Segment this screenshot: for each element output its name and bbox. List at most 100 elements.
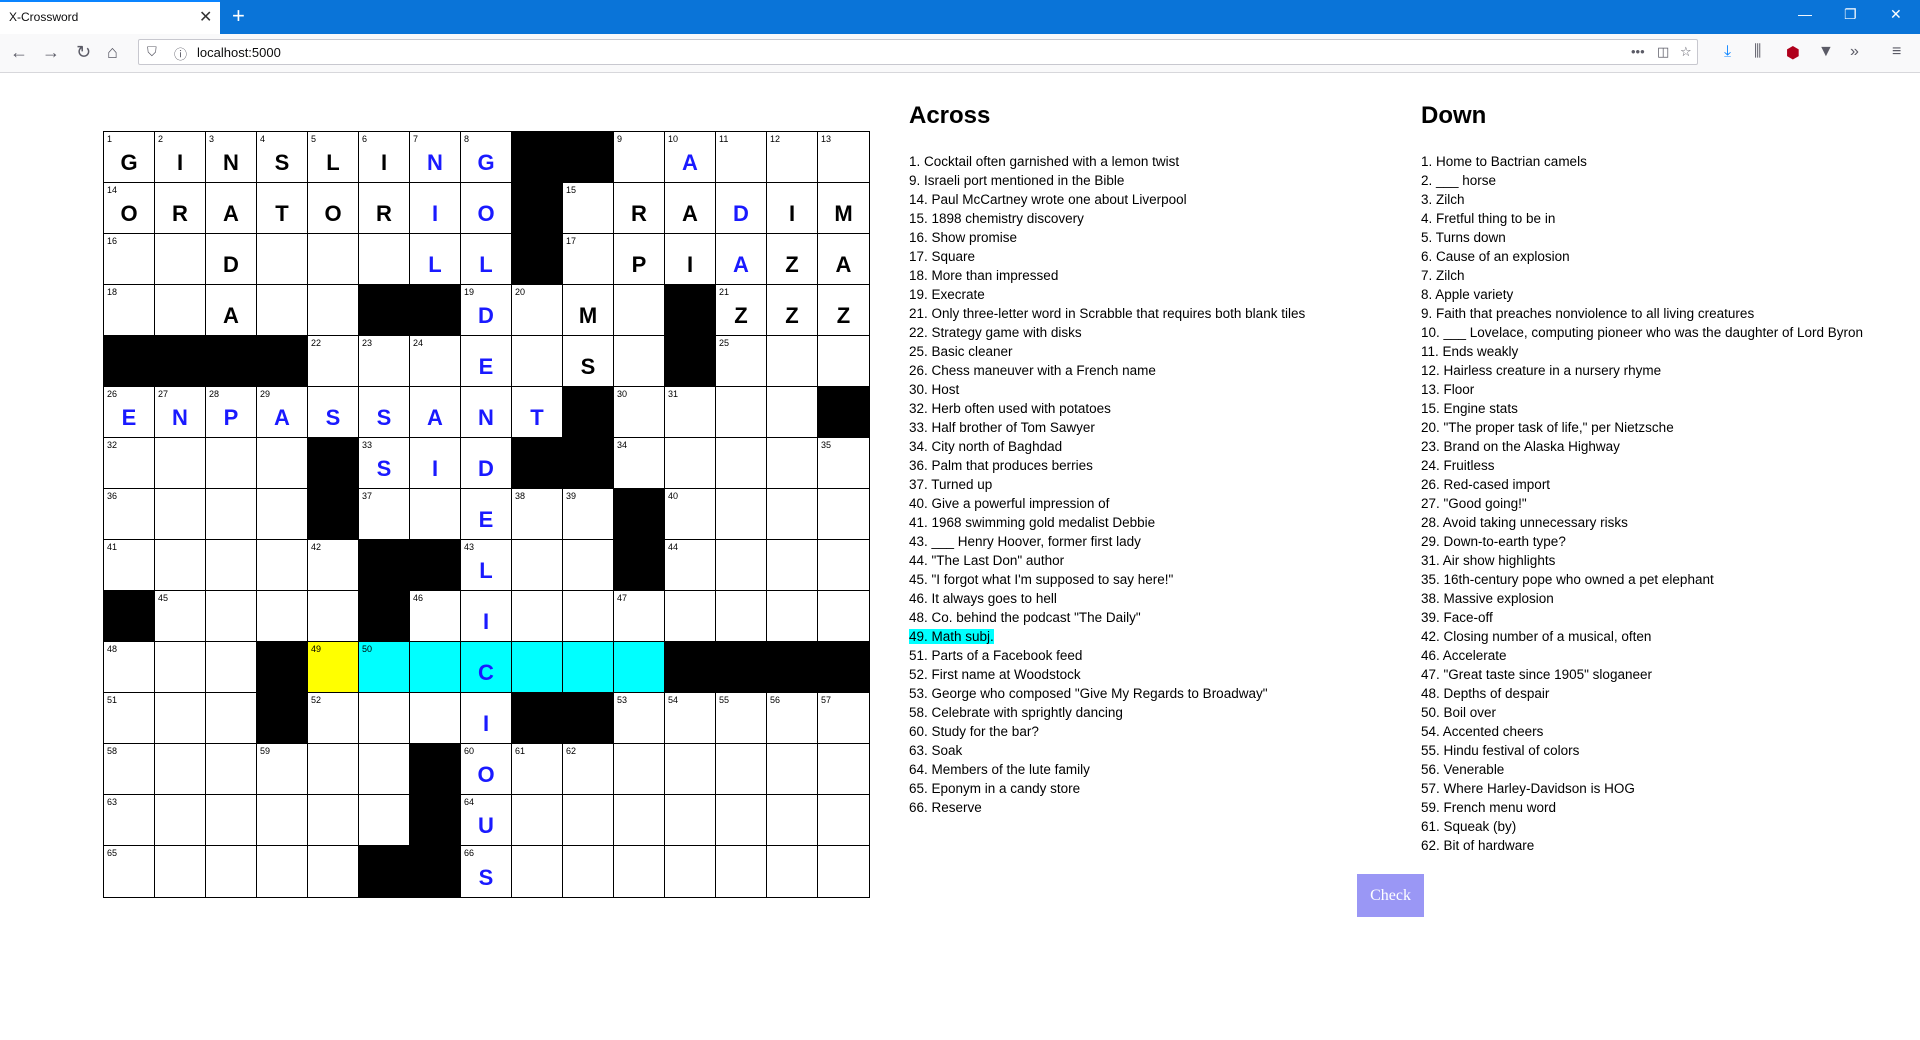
- grid-cell[interactable]: [359, 693, 410, 744]
- down-clue[interactable]: 7. Zilch: [1421, 266, 1863, 285]
- grid-cell[interactable]: R: [359, 183, 410, 234]
- grid-cell[interactable]: [308, 285, 359, 336]
- address-bar[interactable]: ⛉ ⓘ localhost:5000 ••• ◫ ☆: [138, 39, 1698, 65]
- grid-cell[interactable]: [665, 591, 716, 642]
- grid-cell[interactable]: [716, 591, 767, 642]
- grid-cell[interactable]: [767, 846, 818, 897]
- across-clue[interactable]: 63. Soak: [909, 741, 1305, 760]
- grid-cell[interactable]: 42: [308, 540, 359, 591]
- grid-cell[interactable]: [410, 642, 461, 693]
- grid-cell[interactable]: 1G: [104, 132, 155, 183]
- grid-cell[interactable]: [614, 846, 665, 897]
- grid-cell[interactable]: P: [614, 234, 665, 285]
- grid-cell[interactable]: 58: [104, 744, 155, 795]
- grid-cell[interactable]: [359, 744, 410, 795]
- grid-cell[interactable]: [665, 846, 716, 897]
- grid-cell[interactable]: [563, 540, 614, 591]
- close-tab-icon[interactable]: ✕: [199, 7, 212, 27]
- grid-cell[interactable]: 62: [563, 744, 614, 795]
- across-clue[interactable]: 21. Only three-letter word in Scrabble t…: [909, 304, 1305, 323]
- down-clue[interactable]: 2. ___ horse: [1421, 171, 1863, 190]
- grid-cell[interactable]: [716, 489, 767, 540]
- grid-cell[interactable]: E: [461, 489, 512, 540]
- grid-cell[interactable]: 66 S: [461, 846, 512, 897]
- across-clue[interactable]: 52. First name at Woodstock: [909, 665, 1305, 684]
- grid-cell[interactable]: 17: [563, 234, 614, 285]
- down-clue[interactable]: 28. Avoid taking unnecessary risks: [1421, 513, 1863, 532]
- grid-cell[interactable]: [155, 438, 206, 489]
- grid-cell[interactable]: [155, 642, 206, 693]
- grid-cell[interactable]: 19 D: [461, 285, 512, 336]
- grid-cell[interactable]: O: [308, 183, 359, 234]
- across-clue[interactable]: 30. Host: [909, 380, 1305, 399]
- down-clue[interactable]: 48. Depths of despair: [1421, 684, 1863, 703]
- grid-cell[interactable]: L: [461, 234, 512, 285]
- grid-cell[interactable]: 6I: [359, 132, 410, 183]
- grid-cell[interactable]: 41: [104, 540, 155, 591]
- grid-cell[interactable]: M: [818, 183, 869, 234]
- across-clue[interactable]: 22. Strategy game with disks: [909, 323, 1305, 342]
- grid-cell[interactable]: 14 O: [104, 183, 155, 234]
- grid-cell[interactable]: 61: [512, 744, 563, 795]
- grid-cell[interactable]: [767, 489, 818, 540]
- down-clue[interactable]: 11. Ends weakly: [1421, 342, 1863, 361]
- grid-cell[interactable]: 15: [563, 183, 614, 234]
- grid-cell[interactable]: [410, 693, 461, 744]
- grid-cell[interactable]: 48: [104, 642, 155, 693]
- down-clue[interactable]: 39. Face-off: [1421, 608, 1863, 627]
- down-clue[interactable]: 55. Hindu festival of colors: [1421, 741, 1863, 760]
- grid-cell[interactable]: [563, 795, 614, 846]
- down-clue[interactable]: 12. Hairless creature in a nursery rhyme: [1421, 361, 1863, 380]
- grid-cell[interactable]: 18: [104, 285, 155, 336]
- grid-cell[interactable]: [818, 336, 869, 387]
- grid-cell[interactable]: 46: [410, 591, 461, 642]
- grid-cell[interactable]: 63: [104, 795, 155, 846]
- down-clue[interactable]: 23. Brand on the Alaska Highway: [1421, 437, 1863, 456]
- grid-cell[interactable]: D: [461, 438, 512, 489]
- grid-cell[interactable]: Z: [818, 285, 869, 336]
- across-clue[interactable]: 9. Israeli port mentioned in the Bible: [909, 171, 1305, 190]
- overflow-icon[interactable]: »: [1850, 43, 1859, 61]
- grid-cell[interactable]: [563, 591, 614, 642]
- grid-cell[interactable]: I: [767, 183, 818, 234]
- check-button[interactable]: Check: [1357, 874, 1424, 917]
- grid-cell[interactable]: 23: [359, 336, 410, 387]
- down-clue[interactable]: 61. Squeak (by): [1421, 817, 1863, 836]
- across-clue[interactable]: 65. Eponym in a candy store: [909, 779, 1305, 798]
- grid-cell[interactable]: [206, 795, 257, 846]
- grid-cell[interactable]: [155, 489, 206, 540]
- down-clue[interactable]: 27. "Good going!": [1421, 494, 1863, 513]
- grid-cell[interactable]: 38: [512, 489, 563, 540]
- across-clue[interactable]: 66. Reserve: [909, 798, 1305, 817]
- across-clue[interactable]: 44. "The Last Don" author: [909, 551, 1305, 570]
- grid-cell[interactable]: [818, 540, 869, 591]
- grid-cell[interactable]: 50: [359, 642, 410, 693]
- grid-cell[interactable]: [206, 438, 257, 489]
- grid-cell[interactable]: [308, 846, 359, 897]
- grid-cell[interactable]: [767, 744, 818, 795]
- down-clue[interactable]: 31. Air show highlights: [1421, 551, 1863, 570]
- grid-cell[interactable]: S: [359, 387, 410, 438]
- grid-cell[interactable]: [512, 540, 563, 591]
- grid-cell[interactable]: I: [665, 234, 716, 285]
- extension-icon[interactable]: ▼: [1818, 43, 1834, 61]
- across-clue[interactable]: 1. Cocktail often garnished with a lemon…: [909, 152, 1305, 171]
- down-clue[interactable]: 5. Turns down: [1421, 228, 1863, 247]
- across-clue[interactable]: 60. Study for the bar?: [909, 722, 1305, 741]
- grid-cell[interactable]: A: [665, 183, 716, 234]
- across-clue[interactable]: 32. Herb often used with potatoes: [909, 399, 1305, 418]
- grid-cell[interactable]: [563, 642, 614, 693]
- reload-icon[interactable]: ↻: [76, 42, 91, 62]
- across-clue[interactable]: 33. Half brother of Tom Sawyer: [909, 418, 1305, 437]
- grid-cell[interactable]: [818, 846, 869, 897]
- grid-cell[interactable]: [818, 744, 869, 795]
- across-clue[interactable]: 45. "I forgot what I'm supposed to say h…: [909, 570, 1305, 589]
- grid-cell[interactable]: [716, 795, 767, 846]
- grid-cell[interactable]: [308, 744, 359, 795]
- grid-cell[interactable]: [206, 540, 257, 591]
- across-clue[interactable]: 51. Parts of a Facebook feed: [909, 646, 1305, 665]
- grid-cell[interactable]: [257, 795, 308, 846]
- grid-cell[interactable]: [155, 795, 206, 846]
- bookmark-star-icon[interactable]: ☆: [1680, 44, 1692, 60]
- grid-cell[interactable]: [257, 234, 308, 285]
